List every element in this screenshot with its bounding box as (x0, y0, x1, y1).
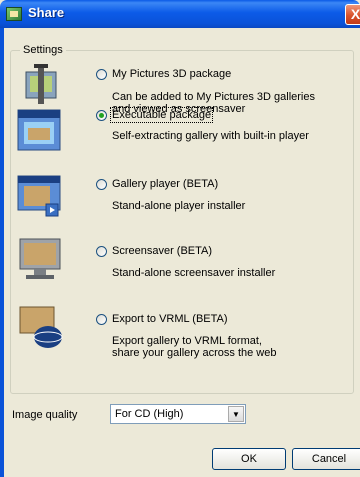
radio-my-pictures-3d-package[interactable] (96, 69, 107, 80)
option-label-screensaver[interactable]: Screensaver (BETA) (112, 245, 212, 257)
option-label-gallery-player[interactable]: Gallery player (BETA) (112, 178, 218, 190)
radio-screensaver[interactable] (96, 246, 107, 257)
settings-group-title: Settings (20, 44, 66, 56)
option-desc-export-to-vrml: Export gallery to VRML format, share your… (112, 335, 276, 359)
option-desc-gallery-player: Stand-alone player installer (112, 200, 246, 212)
option-label-executable-package[interactable]: Executable package (109, 107, 214, 123)
image-quality-label: Image quality (12, 409, 78, 421)
app-icon (6, 7, 22, 21)
option-desc-screensaver: Stand-alone screensaver installer (112, 267, 276, 279)
title-bar[interactable]: Share X (0, 0, 360, 28)
option-desc-executable-package: Self-extracting gallery with built-in pl… (112, 130, 309, 142)
desc-line: share your gallery across the web (112, 347, 277, 359)
close-button[interactable]: X (345, 4, 360, 25)
radio-gallery-player[interactable] (96, 179, 107, 190)
executable-window-icon (17, 109, 61, 151)
desc-line: Export gallery to VRML format, (112, 335, 262, 347)
vrml-icon (19, 306, 63, 348)
option-label-export-to-vrml[interactable]: Export to VRML (BETA) (112, 313, 228, 325)
option-label-my-pictures-3d-package[interactable]: My Pictures 3D package (112, 68, 231, 80)
ok-button[interactable]: OK (212, 448, 286, 470)
radio-export-to-vrml[interactable] (96, 314, 107, 325)
window-frame (0, 28, 4, 477)
share-dialog: Share X Settings My Pictures 3D package … (0, 0, 360, 477)
package-clamp-icon (25, 64, 57, 104)
image-quality-select[interactable]: For CD (High) ▼ (110, 404, 246, 424)
cancel-button[interactable]: Cancel (292, 448, 360, 470)
radio-executable-package[interactable] (96, 110, 107, 121)
gallery-player-icon (17, 175, 61, 217)
image-quality-value: For CD (High) (115, 408, 184, 420)
desc-line: Can be added to My Pictures 3D galleries (112, 91, 315, 103)
chevron-down-icon[interactable]: ▼ (228, 406, 244, 422)
window-title: Share (28, 5, 65, 20)
monitor-icon (19, 238, 61, 279)
